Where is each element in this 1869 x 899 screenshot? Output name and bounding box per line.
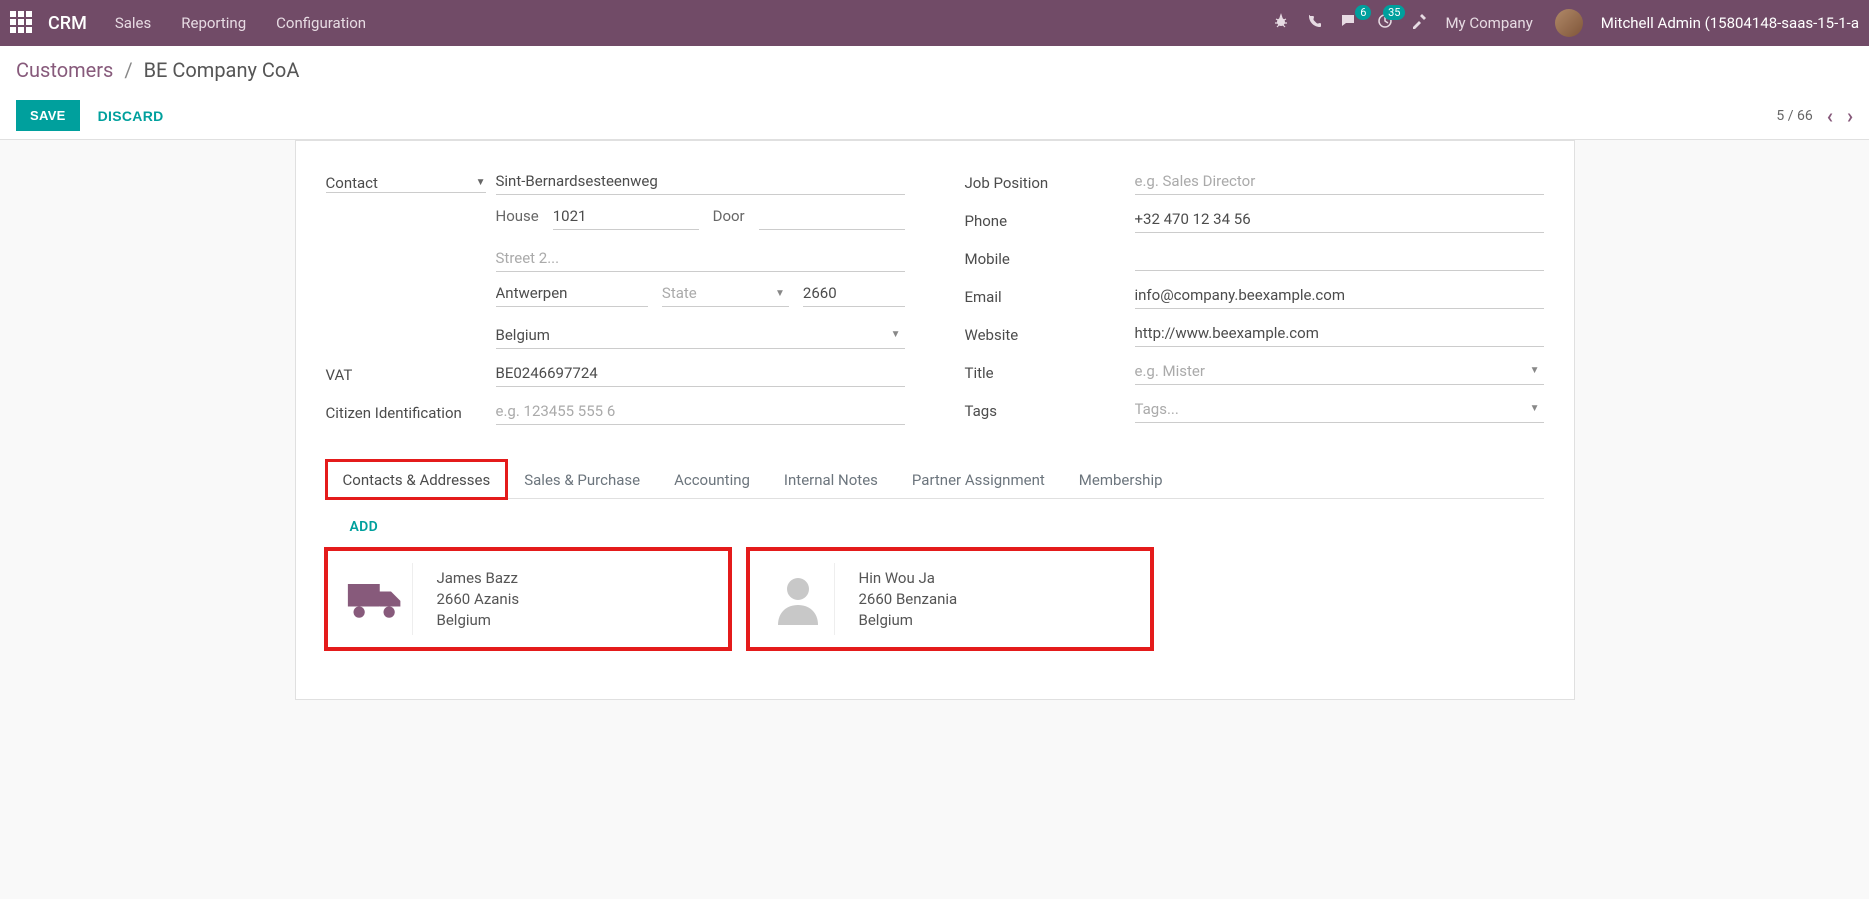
actions-row: SAVE DISCARD 5 / 66 ‹ › xyxy=(16,100,1853,131)
add-contact-button[interactable]: ADD xyxy=(350,519,378,535)
tab-body-contacts: ADD James Bazz 2660 Azanis Belgium xyxy=(326,499,1544,649)
tab-sales[interactable]: Sales & Purchase xyxy=(507,460,657,499)
title-label: Title xyxy=(965,360,1135,382)
contact-line2: 2660 Benzania xyxy=(859,590,958,608)
breadcrumb-root[interactable]: Customers xyxy=(16,58,113,82)
contact-card[interactable]: James Bazz 2660 Azanis Belgium xyxy=(326,549,730,649)
contact-cards: James Bazz 2660 Azanis Belgium Hin Wou J… xyxy=(326,549,1544,649)
citizen-input[interactable] xyxy=(496,398,905,425)
email-label: Email xyxy=(965,284,1135,306)
pager-next-icon[interactable]: › xyxy=(1847,104,1853,128)
company-switcher[interactable]: My Company xyxy=(1445,14,1532,32)
truck-icon xyxy=(341,563,413,635)
contact-name: Hin Wou Ja xyxy=(859,569,958,587)
nav-reporting[interactable]: Reporting xyxy=(181,14,246,32)
nav-configuration[interactable]: Configuration xyxy=(276,14,366,32)
save-button[interactable]: SAVE xyxy=(16,100,80,131)
breadcrumb-current: BE Company CoA xyxy=(144,58,300,82)
topbar: CRM Sales Reporting Configuration 6 35 M… xyxy=(0,0,1869,46)
mobile-input[interactable] xyxy=(1135,244,1544,271)
tags-label: Tags xyxy=(965,398,1135,420)
phone-label: Phone xyxy=(965,208,1135,230)
tab-membership[interactable]: Membership xyxy=(1062,460,1180,499)
topbar-right: 6 35 My Company Mitchell Admin (15804148… xyxy=(1273,9,1859,37)
contact-name: James Bazz xyxy=(437,569,520,587)
vat-input[interactable] xyxy=(496,360,905,387)
apps-icon[interactable] xyxy=(10,11,34,35)
house-label: House xyxy=(496,203,539,230)
tab-notes[interactable]: Internal Notes xyxy=(767,460,895,499)
discard-button[interactable]: DISCARD xyxy=(98,108,164,124)
contact-type-select[interactable]: Contact xyxy=(326,174,378,192)
form-columns: Contact ▼ House Door xyxy=(326,165,1544,433)
person-icon xyxy=(763,563,835,635)
website-input[interactable] xyxy=(1135,320,1544,347)
city-input[interactable] xyxy=(496,280,648,307)
zip-input[interactable] xyxy=(803,280,905,307)
phone-input[interactable] xyxy=(1135,206,1544,233)
tools-icon[interactable] xyxy=(1411,13,1427,33)
street-input[interactable] xyxy=(496,168,905,195)
website-label: Website xyxy=(965,322,1135,344)
user-menu[interactable]: Mitchell Admin (15804148-saas-15-1-a xyxy=(1601,14,1859,32)
activities-icon[interactable]: 35 xyxy=(1377,13,1393,33)
pager-prev-icon[interactable]: ‹ xyxy=(1827,104,1833,128)
form-sheet: Contact ▼ House Door xyxy=(295,140,1575,700)
header-area: Customers / BE Company CoA SAVE DISCARD … xyxy=(0,46,1869,140)
tab-partner[interactable]: Partner Assignment xyxy=(895,460,1062,499)
contact-line3: Belgium xyxy=(437,611,520,629)
right-column: Job Position Phone Mobile Email Website xyxy=(965,165,1544,433)
citizen-label: Citizen Identification xyxy=(326,400,496,422)
tab-accounting[interactable]: Accounting xyxy=(657,460,767,499)
street2-input[interactable] xyxy=(496,245,905,272)
country-select[interactable] xyxy=(496,322,905,348)
job-input[interactable] xyxy=(1135,168,1544,195)
tabs: Contacts & Addresses Sales & Purchase Ac… xyxy=(326,459,1544,499)
vat-label: VAT xyxy=(326,362,496,384)
tags-input[interactable] xyxy=(1135,396,1544,422)
job-label: Job Position xyxy=(965,170,1135,192)
messages-icon[interactable]: 6 xyxy=(1341,13,1359,33)
door-label: Door xyxy=(713,203,745,230)
messages-badge: 6 xyxy=(1355,5,1371,20)
house-input[interactable] xyxy=(553,203,699,230)
brand[interactable]: CRM xyxy=(48,13,87,34)
avatar[interactable] xyxy=(1555,9,1583,37)
nav-links: Sales Reporting Configuration xyxy=(115,14,1274,32)
contact-line3: Belgium xyxy=(859,611,958,629)
state-select[interactable] xyxy=(662,280,789,306)
title-select[interactable] xyxy=(1135,358,1544,384)
bug-icon[interactable] xyxy=(1273,13,1289,33)
contact-card[interactable]: Hin Wou Ja 2660 Benzania Belgium xyxy=(748,549,1152,649)
phone-icon[interactable] xyxy=(1307,13,1323,33)
pager-text[interactable]: 5 / 66 xyxy=(1776,108,1812,124)
tab-contacts[interactable]: Contacts & Addresses xyxy=(326,460,508,499)
left-column: Contact ▼ House Door xyxy=(326,165,905,433)
contact-type-row: Contact ▼ xyxy=(326,165,905,197)
contact-line2: 2660 Azanis xyxy=(437,590,520,608)
sheet-wrap: Contact ▼ House Door xyxy=(0,140,1869,700)
caret-down-icon: ▼ xyxy=(476,177,486,188)
door-input[interactable] xyxy=(759,203,905,230)
mobile-label: Mobile xyxy=(965,246,1135,268)
email-input[interactable] xyxy=(1135,282,1544,309)
breadcrumb: Customers / BE Company CoA xyxy=(16,58,1853,82)
nav-sales[interactable]: Sales xyxy=(115,14,151,32)
pager: 5 / 66 ‹ › xyxy=(1776,104,1853,128)
activities-badge: 35 xyxy=(1383,5,1405,20)
